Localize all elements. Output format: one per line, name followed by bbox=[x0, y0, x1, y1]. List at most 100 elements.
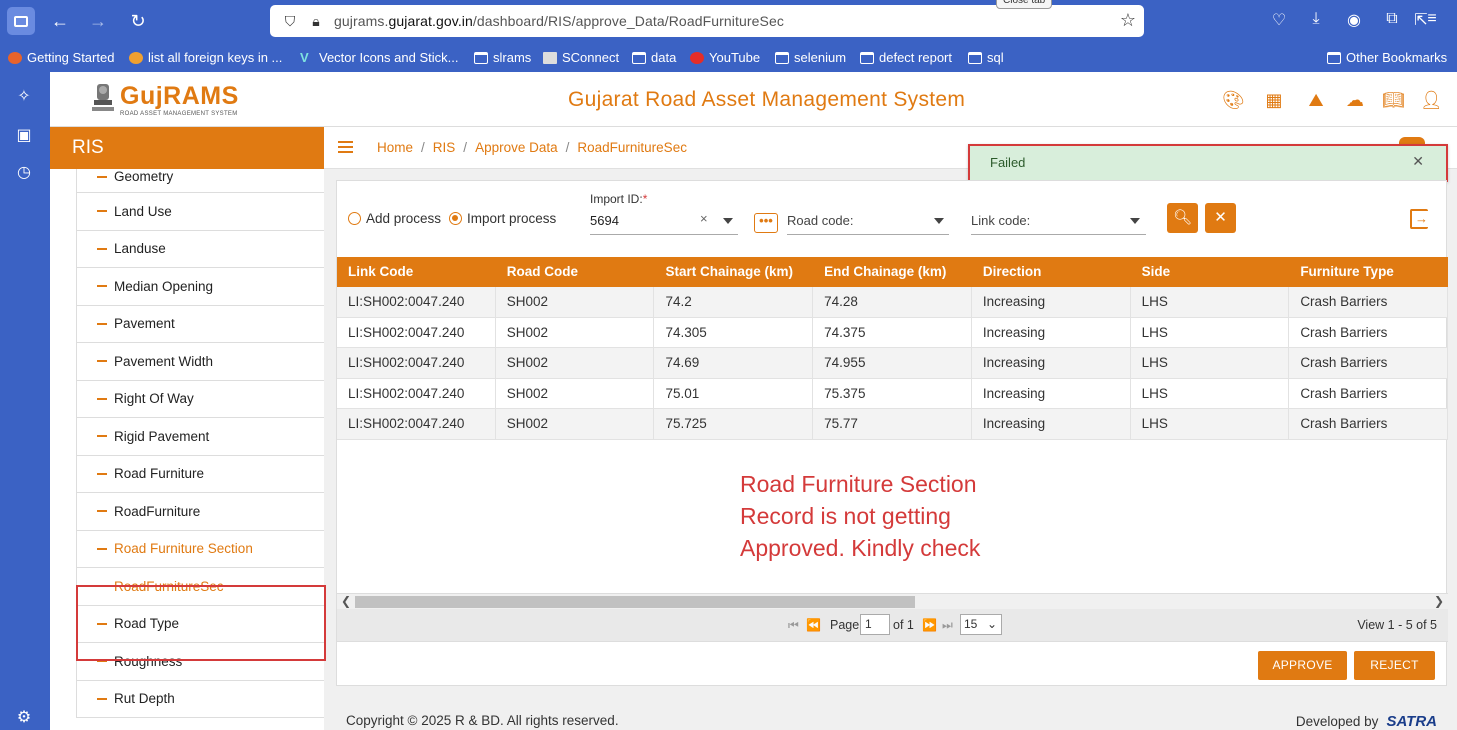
scroll-right-icon[interactable]: ❯ bbox=[1434, 594, 1444, 608]
import-id-label: Import ID:* bbox=[590, 192, 648, 206]
page-size-select[interactable]: 15 ⌄ bbox=[960, 614, 1002, 635]
history-icon[interactable]: ◷ bbox=[14, 163, 34, 183]
table-cell: 74.955 bbox=[813, 348, 972, 378]
menu-item-geometry[interactable]: Geometry bbox=[77, 169, 324, 193]
satra-logo[interactable]: SATRA bbox=[1386, 713, 1437, 730]
import-process-radio[interactable]: Import process bbox=[449, 211, 556, 226]
table-row[interactable]: LI:SH002:0047.240 SH002 75.01 75.375 Increas… bbox=[337, 378, 1449, 409]
link-code-caret-icon[interactable] bbox=[1130, 218, 1140, 224]
bookmark-foreign-keys[interactable]: list all foreign keys in ... bbox=[129, 50, 282, 65]
bookmark-sconnect[interactable]: SConnect bbox=[543, 50, 619, 65]
table-cell: Increasing bbox=[972, 287, 1131, 317]
export-icon[interactable]: → bbox=[1410, 209, 1428, 229]
table-row[interactable]: LI:SH002:0047.240 SH002 75.725 75.77 Increas… bbox=[337, 409, 1449, 440]
menu-item-rigid-pavement[interactable]: Rigid Pavement bbox=[77, 418, 324, 456]
column-header[interactable]: Direction bbox=[972, 257, 1131, 287]
table-row[interactable]: LI:SH002:0047.240 SH002 74.69 74.955 Increas… bbox=[337, 348, 1449, 379]
extensions-icon[interactable]: ⧉ bbox=[1381, 10, 1403, 28]
column-header[interactable]: Start Chainage (km) bbox=[654, 257, 813, 287]
bookmark-sql[interactable]: sql bbox=[968, 50, 1004, 65]
menu-item-pavement[interactable]: Pavement bbox=[77, 306, 324, 343]
view-range-text: View 1 - 5 of 5 bbox=[1357, 618, 1437, 632]
toast-close-icon[interactable]: ✕ bbox=[1412, 153, 1424, 170]
bookmark-star-icon[interactable]: ☆ bbox=[1120, 10, 1136, 31]
breadcrumb-approve-data[interactable]: Approve Data bbox=[475, 140, 558, 155]
forward-arrow-icon[interactable]: → bbox=[84, 7, 112, 35]
first-page-icon[interactable]: ⏮ bbox=[788, 618, 799, 633]
hamburger-menu-icon[interactable] bbox=[338, 141, 353, 153]
bookmark-data[interactable]: data bbox=[632, 50, 676, 65]
breadcrumb-ris[interactable]: RIS bbox=[433, 140, 456, 155]
menu-item-roadfurniture[interactable]: RoadFurniture bbox=[77, 493, 324, 531]
bookmark-getting-started[interactable]: Getting Started bbox=[8, 50, 114, 65]
menu-icon[interactable]: ≡ bbox=[1421, 10, 1443, 28]
prev-page-icon[interactable]: ⏪ bbox=[806, 618, 821, 632]
page-number-input[interactable]: 1 bbox=[860, 614, 890, 635]
menu-item-median-opening[interactable]: Median Opening bbox=[77, 268, 324, 306]
sidebar-toggle-icon[interactable] bbox=[7, 7, 35, 35]
menu-item-road-furniture[interactable]: Road Furniture bbox=[77, 456, 324, 493]
menu-item-right-of-way[interactable]: Right Of Way bbox=[77, 381, 324, 418]
cloud-download-icon[interactable]: ☁ bbox=[1344, 89, 1366, 111]
scrollbar-thumb[interactable] bbox=[355, 596, 915, 608]
reload-icon[interactable]: ↻ bbox=[124, 7, 152, 35]
approve-button[interactable]: APPROVE bbox=[1258, 651, 1347, 680]
palette-icon[interactable]: 🎨︎ bbox=[1222, 89, 1245, 111]
table-cell: LI:SH002:0047.240 bbox=[337, 378, 496, 408]
table-row[interactable]: LI:SH002:0047.240 SH002 74.305 74.375 Increa… bbox=[337, 317, 1449, 348]
import-id-select[interactable]: 5694 bbox=[590, 211, 738, 235]
url-bar[interactable]: ⛉ 🔒︎ gujrams.gujarat.gov.in/dashboard/RI… bbox=[270, 5, 1144, 37]
pocket-icon[interactable]: ♡ bbox=[1268, 10, 1290, 30]
save-icon[interactable]: ▣ bbox=[14, 126, 34, 146]
reject-button[interactable]: REJECT bbox=[1354, 651, 1435, 680]
download-icon[interactable]: ⤓ bbox=[1305, 10, 1327, 28]
menu-item-landuse[interactable]: Landuse bbox=[77, 231, 324, 268]
book-reader-icon[interactable]: 📖︎ bbox=[1382, 89, 1405, 111]
map-icon[interactable]: ⛰ bbox=[1305, 89, 1327, 111]
import-id-caret-icon[interactable] bbox=[723, 218, 733, 224]
lock-icon[interactable]: 🔒︎ bbox=[308, 13, 324, 29]
bookmark-youtube[interactable]: YouTube bbox=[690, 50, 760, 65]
last-page-icon[interactable]: ⏭ bbox=[942, 618, 953, 633]
add-process-radio[interactable]: Add process bbox=[348, 211, 441, 226]
menu-item-pavement-width[interactable]: Pavement Width bbox=[77, 343, 324, 381]
account-icon[interactable]: ◉ bbox=[1343, 10, 1365, 30]
menu-item-rut-depth[interactable]: Rut Depth bbox=[77, 681, 324, 718]
bookmark-slrams[interactable]: slrams bbox=[474, 50, 531, 65]
bookmark-defect-report[interactable]: defect report bbox=[860, 50, 952, 65]
breadcrumb-home[interactable]: Home bbox=[377, 140, 413, 155]
column-header[interactable]: Link Code bbox=[337, 257, 496, 287]
bookmark-selenium[interactable]: selenium bbox=[775, 50, 846, 65]
horizontal-scrollbar[interactable]: ❮ ❯ bbox=[337, 593, 1448, 609]
other-bookmarks[interactable]: Other Bookmarks bbox=[1327, 50, 1447, 65]
link-code-select[interactable]: Link code: bbox=[971, 211, 1146, 235]
dashboard-grid-icon[interactable]: ▦ bbox=[1263, 89, 1285, 111]
column-header[interactable]: Furniture Type bbox=[1289, 257, 1448, 287]
shield-icon[interactable]: ⛉ bbox=[282, 13, 298, 29]
clear-icon[interactable]: × bbox=[700, 211, 708, 226]
table-row[interactable]: LI:SH002:0047.240 SH002 74.2 74.28 Increasin… bbox=[337, 287, 1449, 318]
next-page-icon[interactable]: ⏩ bbox=[922, 618, 937, 632]
dash-icon bbox=[97, 176, 107, 178]
bookmark-vector-icons[interactable]: V Vector Icons and Stick... bbox=[300, 50, 458, 65]
clear-filter-button[interactable]: ✕ bbox=[1205, 203, 1236, 233]
developer-credit: Developed by SATRA bbox=[1295, 713, 1437, 730]
more-options-button[interactable]: ••• bbox=[754, 213, 778, 233]
column-header[interactable]: Side bbox=[1131, 257, 1290, 287]
settings-gear-icon[interactable]: ⚙ bbox=[14, 708, 34, 728]
road-code-select[interactable]: Road code: bbox=[787, 211, 949, 235]
road-code-caret-icon[interactable] bbox=[934, 218, 944, 224]
scroll-left-icon[interactable]: ❮ bbox=[341, 594, 351, 608]
search-button[interactable]: 🔍︎ bbox=[1167, 203, 1198, 233]
table-cell: SH002 bbox=[496, 378, 655, 408]
menu-item-road-furniture-section[interactable]: Road Furniture Section bbox=[77, 531, 324, 568]
folder-icon bbox=[775, 51, 789, 64]
back-arrow-icon[interactable]: ← bbox=[46, 7, 74, 35]
app-logo[interactable]: GujRAMS bbox=[120, 82, 239, 111]
column-header[interactable]: Road Code bbox=[496, 257, 655, 287]
sparkle-icon[interactable]: ✧ bbox=[14, 87, 34, 107]
app-header: GujRAMS ROAD ASSET MANAGEMENT SYSTEM Guj… bbox=[50, 72, 1457, 127]
user-icon[interactable]: 👤︎ bbox=[1420, 89, 1443, 111]
column-header[interactable]: End Chainage (km) bbox=[813, 257, 972, 287]
menu-item-land-use[interactable]: Land Use bbox=[77, 193, 324, 231]
